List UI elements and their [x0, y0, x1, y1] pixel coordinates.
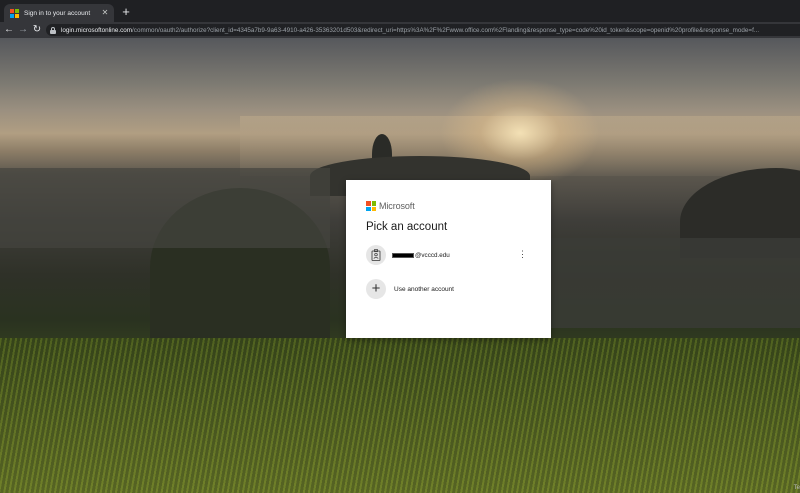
- back-button[interactable]: ←: [2, 22, 16, 38]
- tab-sign-in[interactable]: Sign in to your account ✕: [4, 4, 114, 22]
- forward-button[interactable]: →: [16, 22, 30, 38]
- address-bar[interactable]: login.microsoftonline.com/common/oauth2/…: [46, 24, 800, 36]
- badge-icon: [371, 249, 381, 261]
- account-tile[interactable]: @vcccd.edu ⋮: [366, 245, 531, 265]
- new-tab-button[interactable]: +: [120, 4, 132, 20]
- sign-in-card: Microsoft Pick an account @vcccd.edu ⋮ +…: [346, 180, 551, 338]
- tab-close-icon[interactable]: ✕: [100, 9, 110, 17]
- account-email: @vcccd.edu: [392, 252, 450, 259]
- reload-button[interactable]: ↻: [30, 22, 44, 38]
- lock-icon: [50, 26, 56, 34]
- use-another-account-button[interactable]: + Use another account: [366, 279, 531, 299]
- microsoft-brand: Microsoft: [366, 200, 531, 212]
- brand-name: Microsoft: [379, 201, 415, 211]
- microsoft-logo-icon: [366, 201, 376, 211]
- more-options-icon[interactable]: ⋮: [518, 249, 527, 259]
- page-title: Pick an account: [366, 221, 448, 233]
- browser-toolbar: ← → ↻ login.microsoftonline.com/common/o…: [0, 22, 800, 38]
- microsoft-favicon-icon: [10, 8, 19, 18]
- plus-icon: +: [366, 279, 386, 299]
- tab-strip: Sign in to your account ✕ +: [0, 0, 800, 22]
- url-path: /common/oauth2/authorize?client_id=4345a…: [132, 26, 760, 34]
- corner-text: Te: [793, 485, 800, 491]
- email-domain: @vcccd.edu: [415, 251, 450, 259]
- url-host: login.microsoftonline.com: [61, 26, 133, 34]
- tab-title: Sign in to your account: [24, 9, 91, 17]
- redacted-username: [392, 252, 414, 258]
- work-account-icon: [366, 245, 386, 265]
- use-another-account-label: Use another account: [394, 285, 454, 293]
- foreground-grass: [0, 338, 800, 493]
- url-text: login.microsoftonline.com/common/oauth2/…: [61, 27, 759, 34]
- city-left: [0, 168, 330, 248]
- city-right: [550, 238, 800, 328]
